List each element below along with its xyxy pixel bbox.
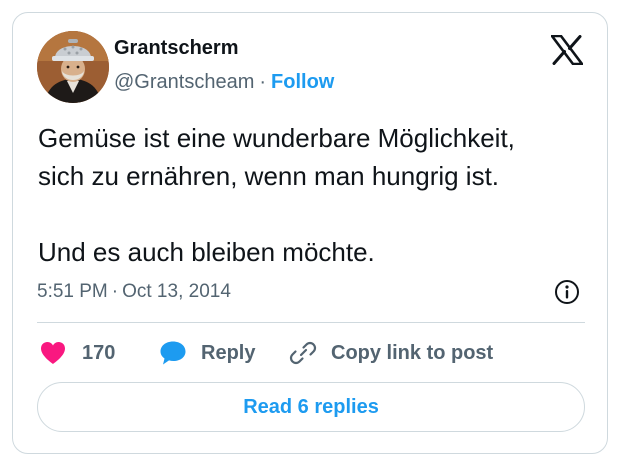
follow-button[interactable]: Follow [271, 71, 334, 93]
tweet-line: Und es auch bleiben möchte. [38, 237, 375, 267]
x-logo-icon[interactable] [550, 34, 584, 66]
timestamp-link[interactable]: 5:51 PM · Oct 13, 2014 [37, 281, 231, 303]
heart-icon [41, 342, 65, 364]
tweet-time: 5:51 PM [37, 281, 108, 302]
copy-link-button[interactable]: Copy link to post [289, 338, 493, 368]
time-separator: · [111, 281, 119, 302]
tweet-line: Gemüse ist eine wunderbare Möglichkeit, [38, 123, 515, 153]
link-icon [289, 341, 317, 365]
display-name[interactable]: Grantscherm [114, 37, 239, 60]
reply-label: Reply [201, 341, 256, 364]
reply-button[interactable]: Reply [159, 338, 255, 368]
like-button[interactable]: 170 [40, 338, 115, 368]
tweet-line: sich zu ernähren, wenn man hungrig ist. [38, 161, 500, 191]
read-replies-label: Read 6 replies [243, 395, 379, 418]
read-replies-button[interactable]: Read 6 replies [37, 382, 585, 432]
tweet-date: Oct 13, 2014 [122, 281, 231, 302]
info-icon[interactable] [554, 279, 580, 305]
handle-row: @Grantscheam · Follow [114, 71, 334, 94]
user-handle[interactable]: @Grantscheam [114, 71, 254, 93]
tweet-card: Grantscherm @Grantscheam · Follow Gemüse i… [12, 12, 608, 454]
handle-separator: · [259, 71, 267, 93]
like-count: 170 [82, 341, 116, 364]
divider [37, 322, 585, 323]
copy-link-label: Copy link to post [331, 341, 494, 364]
avatar-image [37, 31, 109, 103]
speech-bubble-icon [160, 341, 186, 365]
avatar[interactable] [37, 31, 109, 103]
tweet-text: Gemüse ist eine wunderbare Möglichkeit, … [38, 119, 598, 271]
